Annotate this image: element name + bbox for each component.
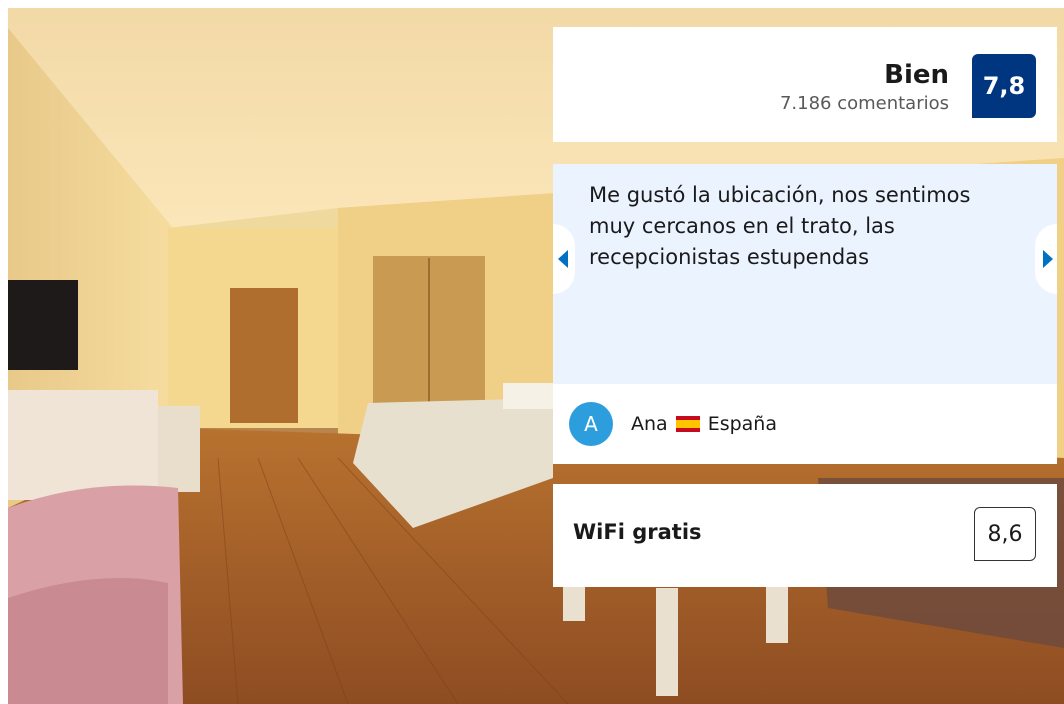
facility-label: WiFi gratis xyxy=(573,520,702,544)
next-review-button[interactable] xyxy=(1035,224,1057,294)
reviewer-country: España xyxy=(707,413,777,435)
rating-card[interactable]: Bien 7.186 comentarios 7,8 xyxy=(553,27,1057,142)
reviewer-name: Ana xyxy=(631,413,668,435)
review-card: Me gustó la ubicación, nos sentimos muy … xyxy=(553,164,1057,464)
score-badge: 7,8 xyxy=(972,54,1036,118)
facility-score-badge: 8,6 xyxy=(974,507,1036,561)
previous-review-button[interactable] xyxy=(553,224,575,294)
review-count[interactable]: 7.186 comentarios xyxy=(780,92,949,116)
spain-flag-icon xyxy=(675,416,700,432)
chevron-left-icon xyxy=(558,250,568,268)
rating-summary: Bien 7.186 comentarios xyxy=(780,60,949,116)
rating-label: Bien xyxy=(884,60,949,90)
chevron-right-icon xyxy=(1043,250,1053,268)
reviewer-info: A Ana España xyxy=(553,384,1057,464)
facility-card: WiFi gratis 8,6 xyxy=(553,484,1057,587)
avatar: A xyxy=(569,402,613,446)
review-text: Me gustó la ubicación, nos sentimos muy … xyxy=(589,183,971,269)
